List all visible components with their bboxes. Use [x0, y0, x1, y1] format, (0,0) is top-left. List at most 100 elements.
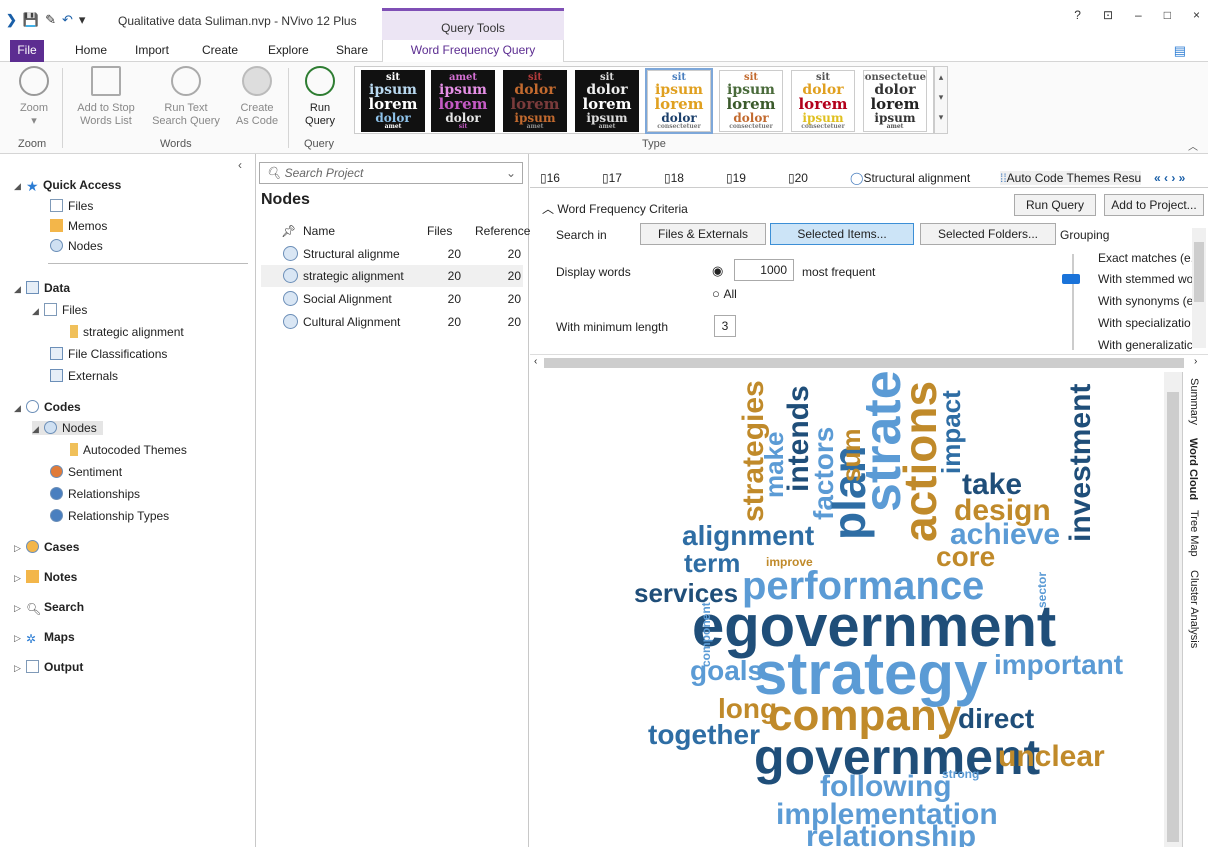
- add-to-stop-words-button[interactable]: Add to Stop Words List: [70, 66, 142, 128]
- cloud-word[interactable]: relationship: [806, 820, 976, 850]
- maximize-button[interactable]: □: [1164, 8, 1171, 22]
- tab-create[interactable]: Create: [202, 43, 238, 57]
- min-length-input[interactable]: 3: [714, 315, 736, 337]
- radio-top-frequent[interactable]: ◉: [712, 263, 723, 279]
- search-project-input[interactable]: 🔍︎ Search Project ⌄: [259, 162, 523, 184]
- grouping-option[interactable]: With generalizatic: [1098, 338, 1193, 352]
- column-header-files[interactable]: Files: [427, 224, 452, 238]
- nav-autocoded-themes[interactable]: Autocoded Themes: [70, 443, 187, 457]
- doc-tab[interactable]: ▯20: [788, 171, 808, 185]
- tab-word-frequency-query[interactable]: Word Frequency Query: [382, 40, 564, 62]
- table-row[interactable]: Cultural Alignment 20 20: [261, 311, 523, 333]
- nav-quick-access[interactable]: ◢ ★ Quick Access: [14, 178, 121, 194]
- ribbon-display-button[interactable]: ⊡: [1103, 8, 1113, 22]
- add-to-project-button[interactable]: Add to Project...: [1104, 194, 1204, 216]
- pin-icon[interactable]: 📌︎: [281, 224, 296, 238]
- cloud-word[interactable]: important: [994, 649, 1123, 680]
- nav-relationships[interactable]: Relationships: [50, 487, 140, 501]
- nav-qa-files[interactable]: Files: [50, 199, 93, 213]
- nav-data-files[interactable]: ◢ Files: [32, 303, 87, 317]
- nav-relationship-types[interactable]: Relationship Types: [50, 509, 169, 523]
- doc-tab[interactable]: ⁞⁞Auto Code Themes Resu: [1000, 171, 1142, 185]
- nav-codes-nodes[interactable]: ◢ Nodes: [32, 421, 103, 435]
- vertical-scrollbar[interactable]: [1164, 372, 1182, 847]
- cloud-word[interactable]: strong: [942, 767, 979, 781]
- cloud-word[interactable]: term: [684, 548, 740, 578]
- grouping-option[interactable]: With specializatio: [1098, 316, 1191, 330]
- gallery-scroll[interactable]: ▴ ▾ ▾: [934, 66, 948, 134]
- undo-icon[interactable]: ↶: [62, 12, 73, 28]
- nav-codes[interactable]: ◢ Codes: [14, 400, 81, 414]
- tab-file[interactable]: File: [10, 40, 44, 62]
- cloud-word[interactable]: investment: [1064, 384, 1097, 542]
- doc-tab[interactable]: ▯17: [602, 171, 622, 185]
- tab-import[interactable]: Import: [135, 43, 169, 57]
- grouping-option[interactable]: With synonyms (e: [1098, 294, 1193, 308]
- tab-explore[interactable]: Explore: [268, 43, 309, 57]
- criteria-scrollbar[interactable]: [1192, 228, 1206, 348]
- nav-notes[interactable]: ▷ Notes: [14, 570, 77, 584]
- nav-output[interactable]: ▷ Output: [14, 660, 83, 674]
- collapse-ribbon-icon[interactable]: ︿: [1188, 138, 1198, 153]
- table-row[interactable]: Social Alignment 20 20: [261, 288, 523, 310]
- chevron-down-icon[interactable]: ⌄: [506, 166, 516, 180]
- word-cloud-style-thumbnail[interactable]: sit dolor lorem ipsum amet: [503, 70, 567, 132]
- nav-file-classifications[interactable]: File Classifications: [50, 347, 167, 361]
- run-query-button[interactable]: Run Query: [298, 66, 342, 128]
- word-cloud-style-thumbnail[interactable]: amet ipsum lorem dolor sit: [431, 70, 495, 132]
- run-query-button[interactable]: Run Query: [1014, 194, 1096, 216]
- tab-cluster-analysis[interactable]: Cluster Analysis: [1188, 570, 1200, 648]
- cloud-word[interactable]: together: [648, 719, 760, 750]
- nav-strategic-alignment-folder[interactable]: strategic alignment: [70, 325, 184, 339]
- doc-tab[interactable]: ▯18: [664, 171, 684, 185]
- cloud-word[interactable]: goals: [690, 655, 763, 686]
- word-cloud-style-thumbnail[interactable]: consectetuerdolorloremipsumamet: [863, 70, 927, 132]
- doc-tab[interactable]: ◯Structural alignment: [850, 171, 970, 185]
- nav-maps[interactable]: ▷ ✲ Maps: [14, 630, 75, 646]
- word-cloud-style-thumbnail[interactable]: sit ipsum lorem dolor consectetuer: [645, 68, 713, 134]
- word-cloud-style-thumbnail[interactable]: sit dolor lorem ipsum consectetuer: [791, 70, 855, 132]
- selected-items-button[interactable]: Selected Items...: [770, 223, 914, 245]
- tab-scroll-controls[interactable]: « ‹ › »: [1154, 171, 1185, 185]
- tab-summary[interactable]: Summary: [1188, 378, 1200, 425]
- nav-data[interactable]: ◢ Data: [14, 281, 70, 295]
- nav-externals[interactable]: Externals: [50, 369, 118, 383]
- grouping-option[interactable]: With stemmed wo: [1098, 272, 1193, 286]
- tab-share[interactable]: Share: [336, 43, 368, 57]
- cloud-word[interactable]: alignment: [682, 520, 814, 551]
- nav-qa-nodes[interactable]: Nodes: [50, 239, 103, 253]
- collapse-nav-icon[interactable]: ‹: [238, 158, 242, 172]
- table-row[interactable]: strategic alignment 20 20: [261, 265, 523, 287]
- edit-icon[interactable]: ✎: [45, 12, 56, 28]
- doc-tab[interactable]: ▯16: [540, 171, 560, 185]
- cloud-word[interactable]: impact: [936, 390, 966, 474]
- close-button[interactable]: ×: [1193, 8, 1200, 22]
- grouping-slider-thumb[interactable]: [1062, 274, 1080, 284]
- tab-word-cloud[interactable]: Word Cloud: [1187, 438, 1199, 501]
- horizontal-scrollbar[interactable]: ‹ ›: [530, 354, 1208, 370]
- run-text-search-query-button[interactable]: Run Text Search Query: [148, 66, 224, 128]
- word-cloud-style-thumbnail[interactable]: sit ipsum lorem dolor consectetuer: [719, 70, 783, 132]
- create-as-code-button[interactable]: Create As Code: [232, 66, 282, 128]
- help-button[interactable]: ?: [1074, 8, 1081, 22]
- minimize-button[interactable]: –: [1135, 8, 1142, 22]
- save-icon[interactable]: 💾: [23, 12, 39, 28]
- customize-toolbar-icon[interactable]: ▾: [79, 12, 86, 28]
- word-cloud-style-thumbnail[interactable]: sit dolor lorem ipsum amet: [575, 70, 639, 132]
- nav-qa-memos[interactable]: Memos: [50, 219, 107, 233]
- column-header-name[interactable]: Name: [303, 224, 335, 238]
- nav-cases[interactable]: ▷ Cases: [14, 540, 79, 554]
- word-cloud-style-thumbnail[interactable]: sit ipsum lorem dolor amet: [361, 70, 425, 132]
- doc-tab[interactable]: ▯19: [726, 171, 746, 185]
- radio-all[interactable]: ○ All: [712, 286, 737, 301]
- column-header-references[interactable]: Reference: [475, 224, 530, 238]
- selected-folders-button[interactable]: Selected Folders...: [920, 223, 1056, 245]
- table-row[interactable]: Structural alignme 20 20: [261, 243, 523, 265]
- nav-sentiment[interactable]: Sentiment: [50, 465, 122, 479]
- comments-icon[interactable]: ▤: [1174, 43, 1186, 59]
- zoom-button[interactable]: Zoom ▾: [14, 66, 54, 128]
- files-externals-button[interactable]: Files & Externals: [640, 223, 766, 245]
- cloud-word[interactable]: unclear: [998, 740, 1105, 773]
- criteria-header[interactable]: ︿ Word Frequency Criteria: [542, 200, 688, 217]
- display-count-input[interactable]: 1000: [734, 259, 794, 281]
